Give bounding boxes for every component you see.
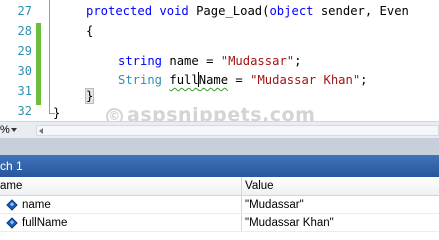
- watch-row-value[interactable]: "Mudassar Khan": [245, 214, 334, 232]
- close-brace: }: [53, 106, 61, 120]
- watermark: © aspsnippets.com: [106, 104, 315, 121]
- string-literal: "Mudassar": [220, 54, 295, 68]
- editor-status-bar: %: [0, 121, 439, 139]
- code-line-28[interactable]: {: [86, 21, 93, 41]
- line-number: 31: [17, 84, 32, 98]
- operator: =: [198, 54, 221, 68]
- semicolon: ;: [360, 73, 368, 87]
- chevron-down-icon[interactable]: [11, 128, 17, 132]
- type-name: String: [118, 73, 163, 87]
- watch-row-name: name: [22, 199, 51, 211]
- line-number: 30: [17, 64, 32, 78]
- zoom-level[interactable]: %: [0, 123, 10, 137]
- outlining-guide: [49, 0, 50, 114]
- open-brace: {: [86, 24, 94, 38]
- watch-row-value[interactable]: "Mudassar": [245, 196, 304, 214]
- line-number: 28: [17, 24, 32, 38]
- line-number: 32: [17, 104, 32, 118]
- identifier-warning: fullName: [169, 72, 229, 87]
- scroll-left-icon[interactable]: [39, 128, 43, 134]
- watch-row-name: fullName: [22, 217, 68, 229]
- change-tracking-bar: [36, 23, 41, 105]
- keyword: protected: [86, 4, 153, 18]
- watch-grid-header: ame Value: [0, 177, 439, 196]
- watermark-text: aspsnippets.com: [127, 104, 316, 121]
- identifier-part: full: [169, 73, 199, 87]
- field-icon: [6, 217, 18, 229]
- watch-row[interactable]: fullName "Mudassar Khan": [0, 214, 439, 232]
- field-icon: [6, 199, 18, 211]
- close-brace-highlighted: }: [84, 88, 95, 104]
- code-editor[interactable]: 27 28 29 30 31 32 33 protected void Page…: [0, 0, 439, 121]
- code-line-30[interactable]: string name = "Mudassar";: [118, 51, 301, 71]
- method-signature: Page_Load(: [196, 4, 270, 18]
- line-number: 27: [17, 4, 32, 18]
- copyright-icon: ©: [106, 108, 123, 121]
- horizontal-scrollbar[interactable]: [36, 125, 439, 136]
- identifier-part: Name: [198, 73, 229, 87]
- keyword: string: [118, 54, 163, 68]
- watch-grid[interactable]: ame Value name "Mudassar" fullName "Muda…: [0, 177, 439, 232]
- panel-splitter[interactable]: [0, 139, 439, 155]
- code-line-27[interactable]: protected void Page_Load(object sender, …: [86, 1, 409, 21]
- semicolon: ;: [294, 54, 302, 68]
- line-number: 29: [17, 44, 32, 58]
- code-line-31[interactable]: String fullName = "Mudassar Khan";: [118, 70, 368, 90]
- watch-window-title[interactable]: ch 1: [0, 155, 439, 177]
- watch-row[interactable]: name "Mudassar": [0, 196, 439, 214]
- keyword: object: [269, 4, 314, 18]
- parameter-text: sender, Even: [320, 4, 409, 18]
- string-literal: "Mudassar Khan": [250, 73, 361, 87]
- keyword: void: [159, 4, 189, 18]
- operator: =: [228, 73, 251, 87]
- code-line-33[interactable]: }: [53, 103, 60, 121]
- column-header-value[interactable]: Value: [245, 177, 274, 196]
- column-header-name[interactable]: ame: [0, 177, 22, 196]
- identifier: name: [169, 54, 199, 68]
- code-line-32[interactable]: }: [84, 86, 95, 106]
